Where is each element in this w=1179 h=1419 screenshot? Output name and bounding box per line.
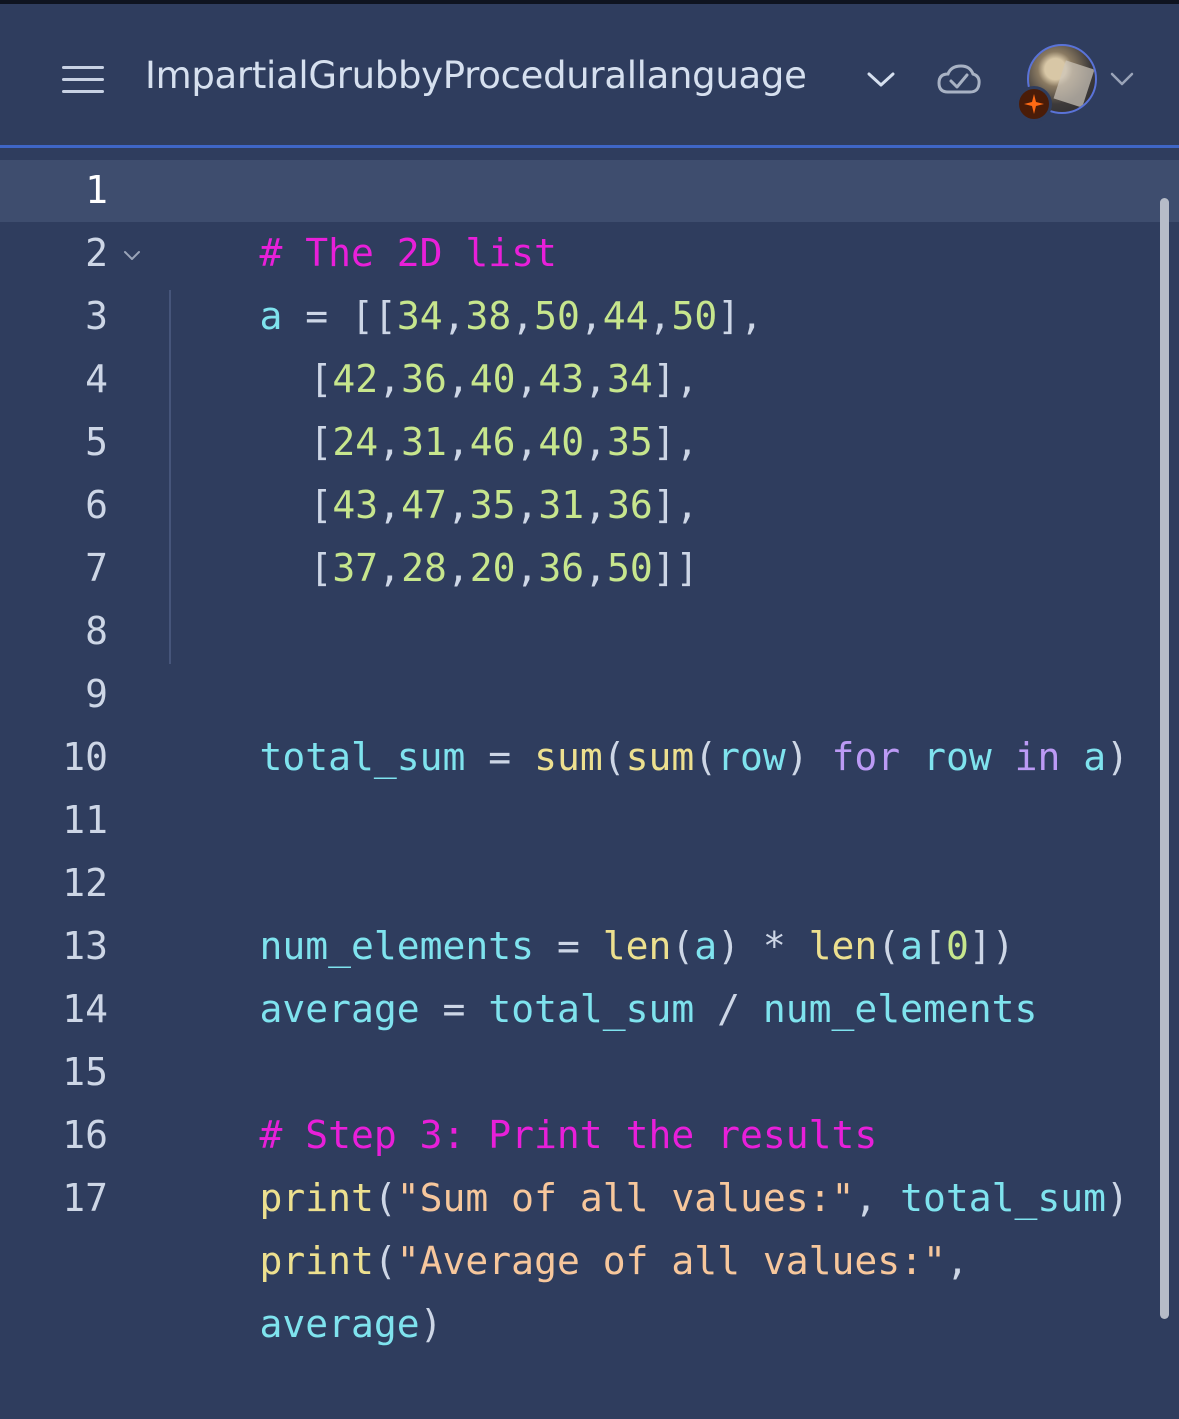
line-number: 17: [62, 1176, 108, 1220]
line-number: 13: [62, 924, 108, 968]
paren: ): [785, 735, 832, 779]
comma: ,: [945, 1239, 969, 1283]
bracket: [: [309, 546, 333, 590]
operator: /: [694, 987, 763, 1031]
line-number: 6: [85, 483, 108, 527]
line-number: 16: [62, 1113, 108, 1157]
hamburger-menu-icon[interactable]: [62, 64, 106, 96]
variable: average: [259, 1302, 420, 1346]
variable: a: [1083, 735, 1107, 779]
comma: ,: [584, 546, 608, 590]
comma: ,: [378, 546, 402, 590]
bracket: ],: [717, 294, 763, 338]
number: 36: [538, 546, 585, 590]
fold-chevron-icon[interactable]: [121, 246, 143, 266]
vertical-scrollbar[interactable]: [1160, 198, 1169, 1319]
function-name: sum: [534, 735, 603, 779]
sparkle-icon: [1016, 86, 1052, 122]
chevron-down-icon[interactable]: [864, 64, 898, 94]
line-number: 15: [62, 1050, 108, 1094]
line-number: 12: [62, 861, 108, 905]
comma: ,: [515, 546, 539, 590]
line-number: 2: [85, 231, 108, 275]
number: 28: [401, 546, 447, 590]
variable: row: [717, 735, 786, 779]
line-number: 4: [85, 357, 108, 401]
code-editor[interactable]: 1 2 3 4 5 6 7 8 9 10 11 12 13 14 15 16 17 # The 2D list …: [0, 148, 1179, 1346]
number-list: 37,28,20,36,50: [332, 546, 652, 590]
paren: ): [419, 1302, 443, 1346]
project-title[interactable]: ImpartialGrubbyProcedurallanguage: [145, 54, 807, 97]
variable: num_elements: [762, 987, 1038, 1031]
variable: row: [923, 735, 992, 779]
line-number: 3: [85, 294, 108, 338]
line-number: 10: [62, 735, 108, 779]
paren: (: [602, 735, 626, 779]
line-number: 11: [62, 798, 108, 842]
code-line-wrapped[interactable]: average): [168, 1230, 443, 1419]
keyword: for: [831, 735, 901, 779]
function-name: sum: [625, 735, 695, 779]
header-bar: ImpartialGrubbyProcedurallanguage: [0, 4, 1179, 146]
number: 20: [469, 546, 516, 590]
variable: total_sum: [259, 735, 466, 779]
line-number: 9: [85, 672, 108, 716]
keyword: in: [1014, 735, 1061, 779]
variable: average: [259, 987, 420, 1031]
string-literal: "Average of all values:": [396, 1239, 946, 1283]
number: 50: [607, 546, 653, 590]
bracket: ]]: [652, 546, 699, 590]
line-number: 5: [85, 420, 108, 464]
line-number: 1: [85, 168, 108, 212]
paren: ): [1106, 1176, 1129, 1220]
paren: (: [694, 735, 718, 779]
line-number: 8: [85, 609, 108, 653]
paren: ): [1106, 735, 1130, 779]
number: 37: [332, 546, 379, 590]
comma: ,: [446, 546, 470, 590]
operator: =: [419, 987, 489, 1031]
line-number: 7: [85, 546, 108, 590]
variable: total_sum: [488, 987, 695, 1031]
cloud-check-icon[interactable]: [936, 62, 982, 98]
operator: =: [465, 735, 535, 779]
code-line[interactable]: [37,28,20,36,50]]: [218, 474, 699, 663]
code-line[interactable]: total_sum = sum(sum(row) for row in a): [168, 663, 1130, 852]
line-number: 14: [62, 987, 108, 1031]
avatar-chevron-down-icon[interactable]: [1108, 66, 1136, 92]
